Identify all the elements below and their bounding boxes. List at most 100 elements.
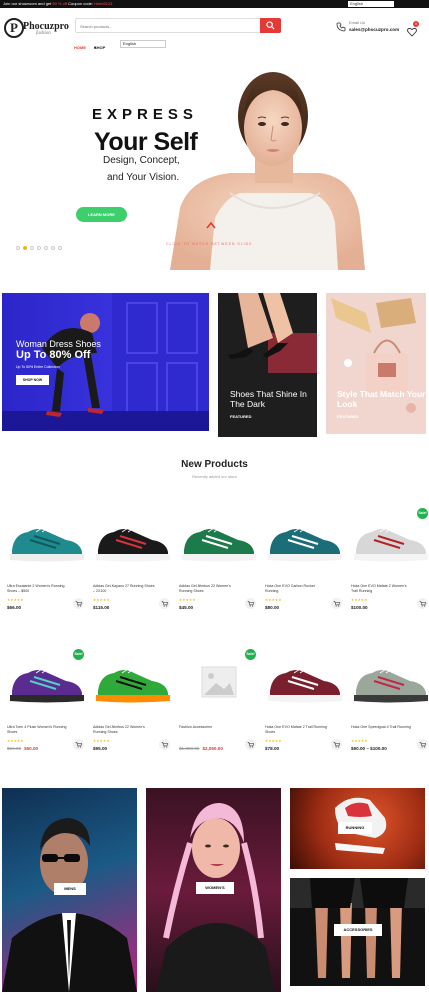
product-image xyxy=(354,668,428,703)
slider-dot[interactable] xyxy=(37,246,41,250)
product-price: $100.00 xyxy=(351,605,368,610)
slider-dot[interactable] xyxy=(16,246,20,250)
new-products-title: New Products xyxy=(181,459,248,470)
slider-dot[interactable] xyxy=(23,246,27,250)
site-logo[interactable]: P Phocuzpro fashion xyxy=(4,16,69,42)
search-button[interactable] xyxy=(260,18,281,33)
slider-dot[interactable] xyxy=(44,246,48,250)
promo-banner-women-shoes[interactable]: Woman Dress Shoes Up To 80% Off Up To 50… xyxy=(2,293,209,431)
product-card[interactable]: Sale! Ultra Torin 4 Plush Women's Running… xyxy=(6,649,88,771)
hero-slider: EXPRESS Your Self Design, Concept, and Y… xyxy=(0,58,429,270)
language-select-label: English xyxy=(123,41,137,46)
banner-image-woman xyxy=(2,293,209,431)
cart-icon xyxy=(75,742,82,748)
product-current-price: $78.00 xyxy=(265,746,280,751)
product-card[interactable]: Ultra Escalante 2 Women's Running Shoes … xyxy=(6,510,88,630)
product-name[interactable]: Adidas Gel-Kayano 27 Running Shoes – 2X1… xyxy=(93,584,155,594)
product-rating: ★★★★★ xyxy=(93,739,110,743)
product-name[interactable]: Adidas Gel-Nimbus 22 Women's Running Sho… xyxy=(179,584,241,594)
cart-icon xyxy=(75,601,82,607)
cart-icon xyxy=(161,742,168,748)
product-name[interactable]: Fashion Accessories xyxy=(179,725,241,730)
product-image xyxy=(268,527,342,562)
slider-dot[interactable] xyxy=(51,246,55,250)
cart-button[interactable]: 0 xyxy=(407,21,419,42)
add-to-cart-button[interactable] xyxy=(73,739,84,750)
product-card[interactable]: Adidas Gel-Nimbus 22 Women's Running Sho… xyxy=(178,510,260,630)
nav-home[interactable]: HOME xyxy=(74,45,86,50)
cart-icon xyxy=(161,601,168,607)
add-to-cart-button[interactable] xyxy=(331,739,342,750)
product-card[interactable]: Sale! Hoka One EVO Mafate 2 Women's Trail… xyxy=(350,508,429,630)
product-image xyxy=(268,668,342,703)
learn-more-button[interactable]: LEARN MORE xyxy=(76,207,127,222)
add-to-cart-button[interactable] xyxy=(417,598,428,609)
language-select[interactable]: English xyxy=(120,40,166,48)
category-womens[interactable]: WOMEN'S xyxy=(146,788,281,992)
product-rating: ★★★★★ xyxy=(265,598,282,602)
product-name[interactable]: Hoka One EVO Mafate 2 Women's Trail Runn… xyxy=(351,584,413,594)
product-rating: ★★★★★ xyxy=(179,598,196,602)
hero-line-1: Design, Concept, xyxy=(103,155,180,166)
product-image xyxy=(96,668,170,703)
cart-count-badge: 0 xyxy=(413,21,419,27)
sale-badge: Sale! xyxy=(417,508,428,519)
product-price: $78.00 xyxy=(265,746,279,751)
banner-title: Woman Dress Shoes xyxy=(16,339,101,349)
banner-title: Style That Match Your Look xyxy=(337,389,426,409)
sale-badge: Sale! xyxy=(245,649,256,660)
heart-icon xyxy=(407,27,417,37)
contact-email[interactable]: sales@phocuzpro.com xyxy=(349,27,399,32)
product-current-price: $50.00 xyxy=(24,746,39,751)
product-price: $90.00 – $100.00 xyxy=(351,746,387,751)
product-card[interactable]: Adidas Gel-Kayano 27 Running Shoes – 2X1… xyxy=(92,510,174,630)
product-name[interactable]: Adidas Gel-Nimbus 22 Women's Running Sho… xyxy=(93,725,155,735)
hero-line-2: and Your Vision. xyxy=(107,172,180,183)
add-to-cart-button[interactable] xyxy=(417,739,428,750)
category-label: ACCESSORIES xyxy=(334,924,382,936)
product-name[interactable]: Ultra Torin 4 Plush Women's Running Shoe… xyxy=(7,725,69,735)
product-name[interactable]: Hoka One EVO Carbon Rocket Running xyxy=(265,584,327,594)
product-name[interactable]: Ultra Escalante 2 Women's Running Shoes … xyxy=(7,584,69,594)
product-card[interactable]: Hoka One Speedgoat 4 Trail Running ★★★★★ $… xyxy=(350,651,429,771)
product-rating: ★★★★★ xyxy=(7,598,24,602)
add-to-cart-button[interactable] xyxy=(245,739,256,750)
product-card[interactable]: Hoka One EVO Mafate 2 Trail Running Shoe… xyxy=(264,651,346,771)
add-to-cart-button[interactable] xyxy=(245,598,256,609)
phone-icon xyxy=(336,22,346,32)
category-running[interactable]: RUNNING xyxy=(290,788,425,869)
add-to-cart-button[interactable] xyxy=(73,598,84,609)
category-accessories[interactable]: ACCESSORIES xyxy=(290,878,425,986)
add-to-cart-button[interactable] xyxy=(331,598,342,609)
product-price: $1,850.00 $2,050.00 xyxy=(179,746,223,751)
announcement-start: Join our showroom and get xyxy=(3,1,53,6)
product-card[interactable]: Sale! Fashion Accessories $1,850.00 $2,050.… xyxy=(178,649,260,771)
search-input[interactable] xyxy=(80,21,260,31)
product-old-price: $60.00 xyxy=(7,746,22,751)
cart-icon xyxy=(419,742,426,748)
banner-sub: FEATURED xyxy=(230,414,252,419)
product-card[interactable]: Adidas Gel-Nimbus 22 Women's Running Sho… xyxy=(92,651,174,771)
slider-dot[interactable] xyxy=(30,246,34,250)
category-mens[interactable]: MENS xyxy=(2,788,137,992)
chevron-down-icon: ▾ xyxy=(94,45,97,50)
product-name[interactable]: Hoka One EVO Mafate 2 Trail Running Shoe… xyxy=(265,725,327,735)
banner-title-text: Style That Match Your Look xyxy=(337,389,426,409)
add-to-cart-button[interactable] xyxy=(159,598,170,609)
promo-banner-shine[interactable]: Shoes That Shine In The Dark FEATURED xyxy=(218,293,317,437)
slider-dot[interactable] xyxy=(58,246,62,250)
add-to-cart-button[interactable] xyxy=(159,739,170,750)
promo-banner-style[interactable]: Style That Match Your Look FEATURED xyxy=(326,293,426,434)
product-current-price: $45.00 xyxy=(179,605,194,610)
cart-icon xyxy=(333,742,340,748)
shop-now-button[interactable]: SHOP NOW xyxy=(16,375,49,385)
product-price: $66.00 xyxy=(7,605,21,610)
product-price: $60.00 $50.00 xyxy=(7,746,38,751)
product-name[interactable]: Hoka One Speedgoat 4 Trail Running xyxy=(351,725,413,730)
product-image xyxy=(10,668,84,703)
product-current-price: $2,050.00 xyxy=(202,746,223,751)
product-card[interactable]: Hoka One EVO Carbon Rocket Running ★★★★★ $… xyxy=(264,510,346,630)
topbar-language-select[interactable]: English xyxy=(348,1,394,7)
product-rating: ★★★★★ xyxy=(7,739,24,743)
product-image xyxy=(354,527,428,562)
